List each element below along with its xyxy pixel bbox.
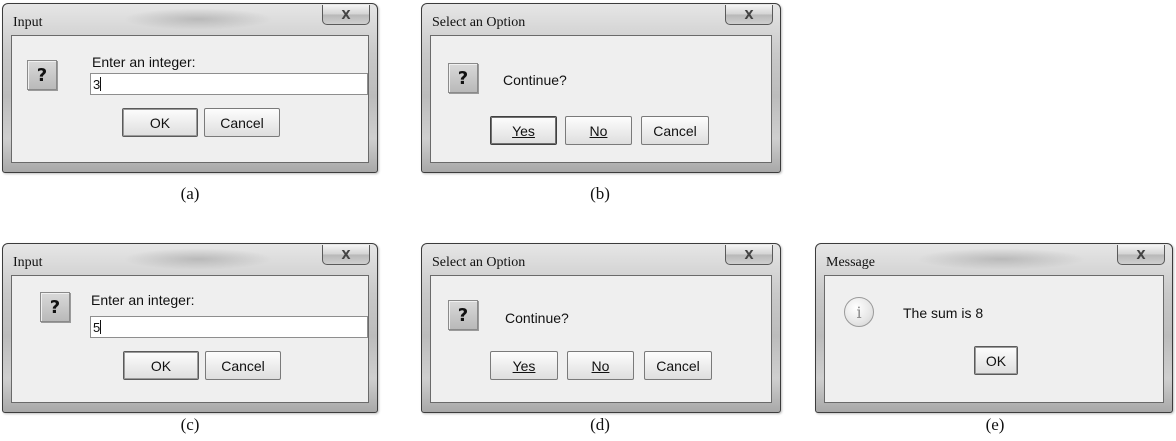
close-icon: X: [1136, 247, 1146, 262]
close-icon: X: [744, 247, 754, 262]
dialog-title: Message: [826, 255, 875, 270]
ok-button[interactable]: OK: [974, 346, 1018, 375]
close-button[interactable]: X: [725, 5, 773, 25]
cancel-button[interactable]: Cancel: [204, 108, 280, 137]
integer-input[interactable]: 3: [90, 73, 368, 95]
option-dialog-d: Select an Option X ? Continue? Yes No Ca…: [421, 243, 781, 413]
input-dialog-a: Input X ? Enter an integer: 3 OK Cancel: [2, 3, 378, 173]
dialog-body: ? Continue? Yes No Cancel: [430, 35, 772, 163]
dialog-title: Input: [13, 255, 43, 270]
title-bar-blur: [916, 248, 1086, 270]
caption-d: (d): [590, 415, 610, 434]
prompt-message: Enter an integer:: [91, 292, 195, 308]
dialog-title: Input: [13, 15, 43, 30]
dialog-body: ? Enter an integer: 3 OK Cancel: [11, 35, 369, 163]
prompt-message: Continue?: [505, 310, 569, 326]
ok-button[interactable]: OK: [122, 108, 198, 137]
close-icon: X: [744, 7, 754, 22]
title-bar-blur: [123, 8, 273, 30]
dialog-title: Select an Option: [432, 15, 526, 30]
prompt-message: Continue?: [503, 72, 567, 88]
no-button[interactable]: No: [567, 351, 634, 380]
cancel-button[interactable]: Cancel: [641, 116, 709, 145]
dialog-title: Select an Option: [432, 255, 526, 270]
close-button[interactable]: X: [322, 5, 370, 25]
result-message: The sum is 8: [903, 305, 984, 321]
close-button[interactable]: X: [322, 245, 370, 265]
cancel-button[interactable]: Cancel: [205, 351, 281, 380]
option-dialog-b: Select an Option X ? Continue? Yes No Ca…: [421, 3, 781, 173]
caption-e: (e): [985, 415, 1005, 434]
title-bar-blur: [123, 248, 273, 270]
question-icon: ?: [27, 60, 57, 90]
question-icon: ?: [448, 300, 478, 330]
close-icon: X: [341, 247, 351, 262]
text-caret: [100, 77, 102, 91]
caption-a: (a): [180, 184, 200, 203]
ok-button[interactable]: OK: [123, 351, 199, 380]
message-dialog-e: Message X i The sum is 8 OK: [815, 243, 1173, 413]
close-button[interactable]: X: [1117, 245, 1165, 265]
close-button[interactable]: X: [725, 245, 773, 265]
cancel-button[interactable]: Cancel: [644, 351, 712, 380]
dialog-body: ? Enter an integer: 5 OK Cancel: [11, 275, 369, 403]
dialog-body: ? Continue? Yes No Cancel: [430, 275, 772, 403]
question-icon: ?: [448, 63, 478, 93]
caption-c: (c): [180, 415, 200, 434]
prompt-message: Enter an integer:: [92, 54, 196, 70]
dialog-body: i The sum is 8 OK: [824, 275, 1164, 403]
close-icon: X: [341, 7, 351, 22]
question-icon: ?: [40, 292, 70, 322]
yes-button[interactable]: Yes: [490, 116, 557, 145]
information-icon: i: [844, 297, 874, 327]
text-caret: [100, 320, 102, 334]
integer-input[interactable]: 5: [90, 316, 368, 338]
no-button[interactable]: No: [565, 116, 632, 145]
caption-b: (b): [590, 184, 610, 203]
input-dialog-c: Input X ? Enter an integer: 5 OK Cancel: [2, 243, 378, 413]
yes-button[interactable]: Yes: [490, 351, 558, 380]
